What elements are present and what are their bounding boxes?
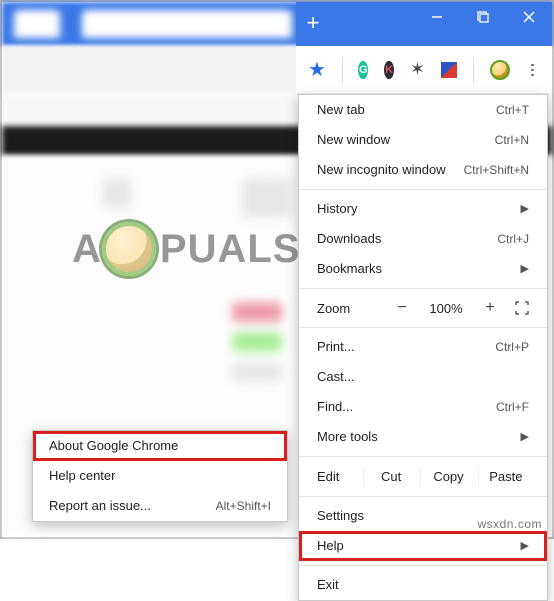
menu-label: Downloads xyxy=(317,230,381,248)
menu-edit-row: Edit Cut Copy Paste xyxy=(299,461,547,492)
smudge xyxy=(232,332,282,352)
menu-label: Exit xyxy=(317,576,339,594)
menu-label: Help center xyxy=(49,467,115,485)
shortcut: Ctrl+T xyxy=(496,101,529,119)
menu-label: Find... xyxy=(317,398,353,416)
source-watermark: wsxdn.com xyxy=(477,517,542,531)
menu-label: New window xyxy=(317,131,390,149)
paste-button[interactable]: Paste xyxy=(478,467,533,486)
menu-separator xyxy=(299,189,547,190)
fullscreen-icon xyxy=(515,301,529,315)
menu-label: New tab xyxy=(317,101,365,119)
submenu-arrow-icon: ▶ xyxy=(521,428,529,446)
zoom-in-button[interactable]: + xyxy=(479,299,501,317)
menu-find[interactable]: Find... Ctrl+F xyxy=(299,392,547,422)
extension-gear-icon[interactable]: ✶ xyxy=(410,60,425,80)
menu-label: History xyxy=(317,200,357,218)
menu-label: New incognito window xyxy=(317,161,446,179)
menu-separator xyxy=(299,496,547,497)
bookmark-star-icon[interactable]: ★ xyxy=(308,60,326,80)
menu-incognito[interactable]: New incognito window Ctrl+Shift+N xyxy=(299,155,547,185)
cut-button[interactable]: Cut xyxy=(363,467,418,486)
smudge xyxy=(232,302,282,322)
smudge xyxy=(242,178,292,218)
menu-more-tools[interactable]: More tools ▶ xyxy=(299,422,547,452)
menu-separator xyxy=(299,288,547,289)
extension-flag-icon[interactable] xyxy=(441,60,457,80)
submenu-help-center[interactable]: Help center xyxy=(33,461,287,491)
fullscreen-button[interactable] xyxy=(511,301,533,315)
tab-blur xyxy=(14,10,60,38)
menu-new-window[interactable]: New window Ctrl+N xyxy=(299,125,547,155)
extension-grammarly-icon[interactable]: G xyxy=(358,61,368,79)
menu-label: Cast... xyxy=(317,368,355,386)
zoom-label: Zoom xyxy=(313,301,350,316)
copy-button[interactable]: Copy xyxy=(420,467,475,486)
shortcut: Ctrl+P xyxy=(495,338,529,356)
zoom-out-button[interactable]: − xyxy=(391,299,413,317)
window-titlebar: + xyxy=(296,2,552,46)
smudge xyxy=(232,362,282,382)
submenu-about-chrome[interactable]: About Google Chrome xyxy=(33,431,287,461)
menu-separator xyxy=(299,565,547,566)
menu-separator xyxy=(299,327,547,328)
smudge xyxy=(102,178,132,208)
menu-bookmarks[interactable]: Bookmarks ▶ xyxy=(299,254,547,284)
zoom-value: 100% xyxy=(423,301,469,316)
menu-cast[interactable]: Cast... xyxy=(299,362,547,392)
toolbar-right: ★ G K ✶ xyxy=(296,46,552,94)
minimize-button[interactable] xyxy=(414,2,460,32)
menu-help[interactable]: Help ▶ xyxy=(299,531,547,561)
menu-downloads[interactable]: Downloads Ctrl+J xyxy=(299,224,547,254)
chrome-menu-button[interactable] xyxy=(526,60,540,80)
help-submenu: About Google Chrome Help center Report a… xyxy=(32,430,288,522)
new-tab-button[interactable]: + xyxy=(298,12,328,36)
menu-label: Print... xyxy=(317,338,355,356)
tab-blur xyxy=(82,10,292,38)
shortcut: Ctrl+F xyxy=(496,398,529,416)
shortcut: Alt+Shift+I xyxy=(216,497,271,515)
menu-history[interactable]: History ▶ xyxy=(299,194,547,224)
submenu-arrow-icon: ▶ xyxy=(521,537,529,555)
maximize-button[interactable] xyxy=(460,2,506,32)
menu-label: Bookmarks xyxy=(317,260,382,278)
watermark: A PUALS xyxy=(72,222,314,276)
extension-k-icon[interactable]: K xyxy=(384,61,394,79)
menu-label: Help xyxy=(317,537,344,555)
shortcut: Ctrl+J xyxy=(497,230,529,248)
menu-print[interactable]: Print... Ctrl+P xyxy=(299,332,547,362)
profile-avatar[interactable] xyxy=(490,60,510,80)
menu-separator xyxy=(299,456,547,457)
watermark-text-left: A xyxy=(72,227,102,272)
menu-zoom-row: Zoom − 100% + xyxy=(299,293,547,323)
menu-label: Report an issue... xyxy=(49,497,151,515)
close-button[interactable] xyxy=(506,2,552,32)
menu-label: Settings xyxy=(317,507,364,525)
submenu-arrow-icon: ▶ xyxy=(521,200,529,218)
shortcut: Ctrl+Shift+N xyxy=(464,161,529,179)
shortcut: Ctrl+N xyxy=(495,131,529,149)
watermark-text-right: PUALS xyxy=(160,227,301,272)
menu-label: About Google Chrome xyxy=(49,437,178,455)
watermark-avatar xyxy=(102,222,156,276)
menu-new-tab[interactable]: New tab Ctrl+T xyxy=(299,95,547,125)
submenu-report-issue[interactable]: Report an issue... Alt+Shift+I xyxy=(33,491,287,521)
separator xyxy=(473,57,474,83)
menu-label: More tools xyxy=(317,428,378,446)
submenu-arrow-icon: ▶ xyxy=(521,260,529,278)
edit-label: Edit xyxy=(313,469,361,484)
separator xyxy=(342,57,343,83)
menu-exit[interactable]: Exit xyxy=(299,570,547,600)
